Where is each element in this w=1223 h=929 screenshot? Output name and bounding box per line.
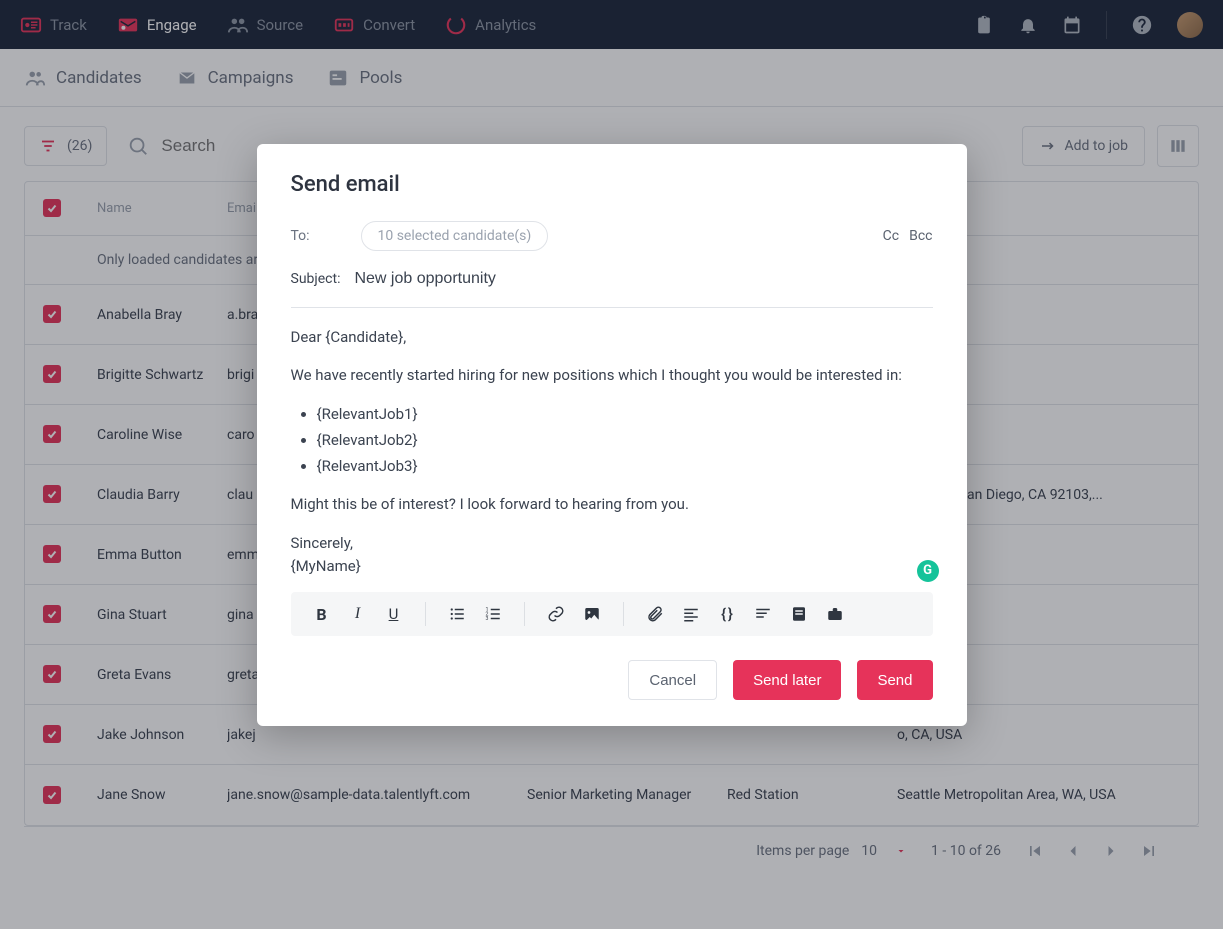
subject-label: Subject: (291, 271, 341, 287)
to-field: To: 10 selected candidate(s) Cc Bcc (291, 221, 933, 251)
number-list-icon[interactable]: 123 (478, 599, 508, 629)
bcc-button[interactable]: Bcc (909, 228, 932, 244)
body-job-2: {RelevantJob2} (317, 429, 933, 452)
align-icon[interactable] (676, 599, 706, 629)
editor-toolbar: B I U 123 { } (291, 592, 933, 636)
modal-title: Send email (291, 172, 933, 197)
to-chip[interactable]: 10 selected candidate(s) (361, 221, 549, 251)
cc-button[interactable]: Cc (883, 228, 899, 244)
body-close2: {MyName} (291, 555, 933, 578)
grammarly-icon[interactable]: G (917, 560, 939, 582)
body-close1: Sincerely, (291, 532, 933, 555)
body-greeting: Dear {Candidate}, (291, 326, 933, 349)
briefcase-icon[interactable] (820, 599, 850, 629)
subject-input[interactable] (352, 269, 932, 289)
indent-icon[interactable] (748, 599, 778, 629)
send-button[interactable]: Send (857, 660, 932, 700)
email-body[interactable]: Dear {Candidate}, We have recently start… (291, 326, 933, 578)
link-icon[interactable] (541, 599, 571, 629)
send-later-button[interactable]: Send later (733, 660, 841, 700)
image-icon[interactable] (577, 599, 607, 629)
template-icon[interactable] (784, 599, 814, 629)
placeholder-icon[interactable]: { } (712, 599, 742, 629)
body-intro: We have recently started hiring for new … (291, 364, 933, 387)
subject-field: Subject: (291, 265, 933, 308)
body-outro: Might this be of interest? I look forwar… (291, 493, 933, 516)
svg-text:3: 3 (485, 616, 488, 622)
modal-overlay[interactable]: Send email To: 10 selected candidate(s) … (0, 0, 1223, 929)
send-email-modal: Send email To: 10 selected candidate(s) … (257, 144, 967, 726)
attachment-icon[interactable] (640, 599, 670, 629)
body-job-1: {RelevantJob1} (317, 403, 933, 426)
cancel-button[interactable]: Cancel (628, 660, 717, 700)
bold-icon[interactable]: B (307, 599, 337, 629)
body-job-list: {RelevantJob1} {RelevantJob2} {RelevantJ… (317, 403, 933, 479)
body-job-3: {RelevantJob3} (317, 455, 933, 478)
to-label: To: (291, 228, 347, 244)
italic-icon[interactable]: I (343, 599, 373, 629)
bullet-list-icon[interactable] (442, 599, 472, 629)
underline-icon[interactable]: U (379, 599, 409, 629)
